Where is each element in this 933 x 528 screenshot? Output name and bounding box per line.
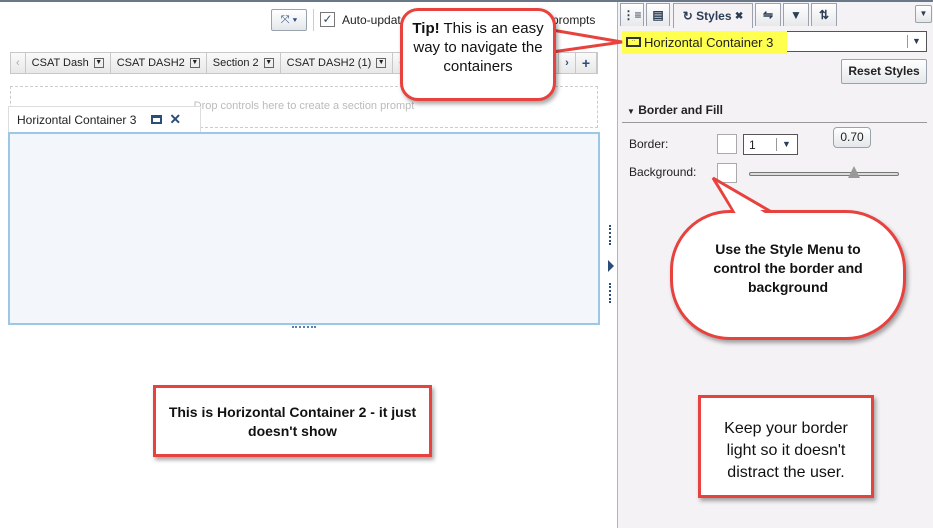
border-light-callout: Keep your border light so it doesn't dis… [698, 395, 874, 498]
container2-callout: This is Horizontal Container 2 - it just… [153, 385, 432, 457]
